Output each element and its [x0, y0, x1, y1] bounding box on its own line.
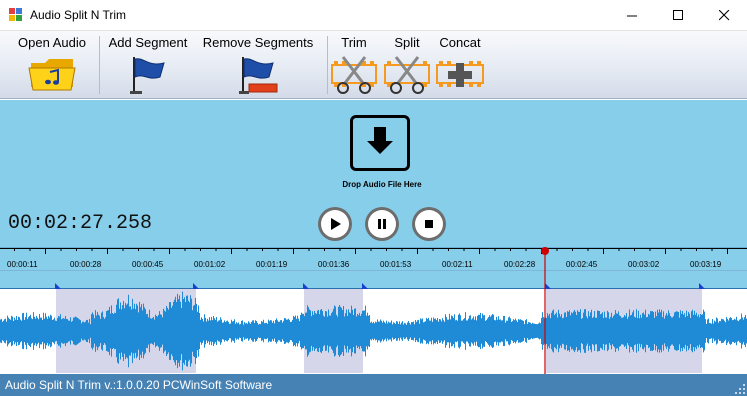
time-display: 00:02:27.258	[8, 212, 153, 235]
concat-button[interactable]: Concat	[436, 31, 484, 99]
stop-icon	[425, 220, 433, 228]
add-segment-button[interactable]: Add Segment	[101, 31, 195, 99]
remove-segments-button[interactable]: Remove Segments	[196, 31, 320, 99]
play-button[interactable]	[318, 207, 352, 241]
segment-markers	[55, 283, 705, 289]
pause-button[interactable]	[365, 207, 399, 241]
concat-film-icon	[436, 61, 484, 87]
open-audio-label: Open Audio	[18, 35, 86, 50]
close-icon	[718, 9, 729, 20]
pause-icon	[378, 219, 386, 229]
trim-label: Trim	[341, 35, 367, 50]
toolbar: Open Audio Add Segment Remove Segments T…	[0, 31, 747, 99]
drop-area[interactable]: Drop Audio File Here 00:02:27.258	[0, 100, 747, 248]
maximize-button[interactable]	[655, 0, 701, 30]
status-text: Audio Split N Trim v.:1.0.0.20 PCWinSoft…	[5, 378, 273, 392]
add-segment-label: Add Segment	[108, 35, 188, 50]
flag-remove-icon	[239, 57, 278, 94]
close-button[interactable]	[701, 0, 747, 30]
maximize-icon	[672, 9, 683, 20]
remove-segments-label: Remove Segments	[202, 35, 314, 50]
flag-icon	[130, 57, 165, 94]
arrow-down-icon	[367, 127, 393, 154]
waveform-panel[interactable]	[0, 289, 747, 373]
split-label: Split	[394, 35, 420, 50]
app-icon	[9, 8, 22, 21]
stop-button[interactable]	[412, 207, 446, 241]
scissors-film-icon	[331, 56, 377, 94]
ruler-ticks	[14, 248, 728, 254]
folder-music-icon	[28, 59, 76, 91]
segment-marker-strip[interactable]	[0, 270, 747, 289]
trim-button[interactable]: Trim	[331, 31, 377, 99]
waveform	[0, 289, 747, 373]
concat-label: Concat	[439, 35, 481, 50]
minimize-icon	[626, 15, 637, 16]
drop-label: Drop Audio File Here	[342, 180, 422, 189]
title-bar: Audio Split N Trim	[0, 0, 747, 31]
play-icon	[331, 218, 341, 230]
resize-grip-icon[interactable]	[735, 384, 745, 394]
open-audio-button[interactable]: Open Audio	[8, 31, 96, 99]
status-bar: Audio Split N Trim v.:1.0.0.20 PCWinSoft…	[0, 374, 747, 396]
playhead[interactable]	[538, 244, 552, 374]
minimize-button[interactable]	[609, 0, 655, 30]
window-title: Audio Split N Trim	[30, 8, 127, 22]
scissors-icon	[384, 56, 430, 94]
drop-target[interactable]	[350, 115, 410, 171]
split-button[interactable]: Split	[384, 31, 430, 99]
